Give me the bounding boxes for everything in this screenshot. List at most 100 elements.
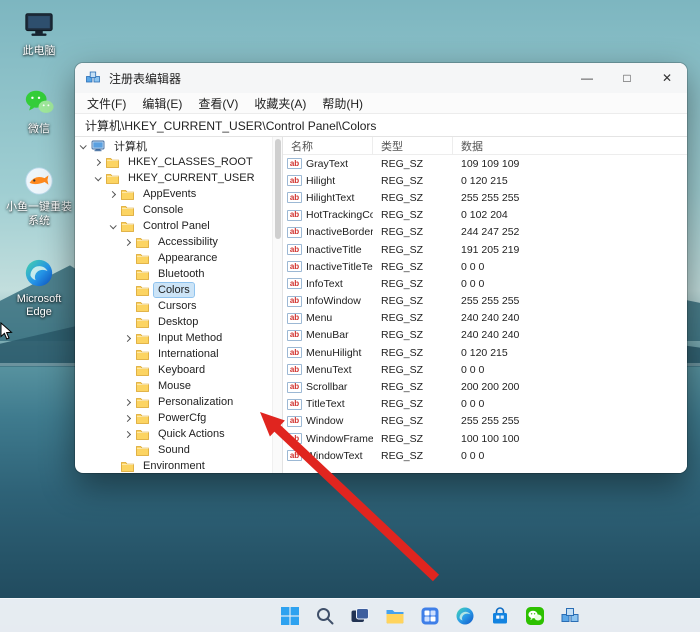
value-row-window[interactable]: ab Window REG_SZ 255 255 255 bbox=[283, 413, 687, 430]
expander-icon[interactable] bbox=[109, 221, 117, 229]
value-row-menubar[interactable]: ab MenuBar REG_SZ 240 240 240 bbox=[283, 327, 687, 344]
expander-icon[interactable] bbox=[123, 334, 132, 342]
tree-item-desktop[interactable]: Desktop bbox=[75, 314, 272, 330]
window-controls: — □ ✕ bbox=[567, 63, 687, 93]
column-header-data[interactable]: 数据 bbox=[453, 137, 687, 154]
wechat-button[interactable] bbox=[522, 603, 548, 629]
value-row-inactivetitle[interactable]: ab InactiveTitle REG_SZ 191 205 219 bbox=[283, 241, 687, 258]
value-type: REG_SZ bbox=[381, 381, 424, 394]
tree-item-hkey_classes_root[interactable]: HKEY_CLASSES_ROOT bbox=[75, 154, 272, 170]
value-row-hilight[interactable]: ab Hilight REG_SZ 0 120 215 bbox=[283, 172, 687, 189]
tree-item-keyboard[interactable]: Keyboard bbox=[75, 362, 272, 378]
value-name: InfoWindow bbox=[306, 295, 361, 308]
column-header-name[interactable]: 名称 bbox=[283, 137, 373, 154]
value-type: REG_SZ bbox=[381, 277, 424, 290]
folder-icon bbox=[136, 413, 149, 424]
tree-scrollbar[interactable] bbox=[272, 137, 282, 473]
expander-icon[interactable] bbox=[123, 398, 132, 406]
tree-item-label: Input Method bbox=[158, 332, 223, 344]
value-type: REG_SZ bbox=[381, 209, 424, 222]
value-row-inactiveborder[interactable]: ab InactiveBorder REG_SZ 244 247 252 bbox=[283, 224, 687, 241]
value-data: 244 247 252 bbox=[461, 226, 520, 239]
edge-button[interactable] bbox=[452, 603, 478, 629]
minimize-button[interactable]: — bbox=[567, 63, 607, 93]
tree-item-powercfg[interactable]: PowerCfg bbox=[75, 410, 272, 426]
tree-item-control-panel[interactable]: Control Panel bbox=[75, 218, 272, 234]
start-button[interactable] bbox=[277, 603, 303, 629]
value-name: MenuBar bbox=[306, 329, 349, 342]
maximize-button[interactable]: □ bbox=[607, 63, 647, 93]
menu-favorites[interactable]: 收藏夹(A) bbox=[246, 95, 314, 112]
tree-item-international[interactable]: International bbox=[75, 346, 272, 362]
tree-item-appearance[interactable]: Appearance bbox=[75, 250, 272, 266]
value-row-hottrackingco-[interactable]: ab HotTrackingCo... REG_SZ 0 102 204 bbox=[283, 207, 687, 224]
value-type: REG_SZ bbox=[381, 415, 424, 428]
value-row-menu[interactable]: ab Menu REG_SZ 240 240 240 bbox=[283, 310, 687, 327]
value-row-menuhilight[interactable]: ab MenuHilight REG_SZ 0 120 215 bbox=[283, 344, 687, 361]
file-explorer-button[interactable] bbox=[382, 603, 408, 629]
value-type: REG_SZ bbox=[381, 346, 424, 359]
reg-sz-icon: ab bbox=[287, 329, 302, 341]
tree-item-quick-actions[interactable]: Quick Actions bbox=[75, 426, 272, 442]
search-button[interactable] bbox=[312, 603, 338, 629]
value-row-infowindow[interactable]: ab InfoWindow REG_SZ 255 255 255 bbox=[283, 293, 687, 310]
expander-icon[interactable] bbox=[93, 158, 102, 166]
desktop-icon-wechat[interactable]: 微信 bbox=[6, 86, 72, 136]
tree-item-label: HKEY_CURRENT_USER bbox=[128, 172, 255, 184]
tree-item-personalization[interactable]: Personalization bbox=[75, 394, 272, 410]
value-name: GrayText bbox=[306, 157, 349, 170]
value-name: MenuText bbox=[306, 363, 352, 376]
value-row-scrollbar[interactable]: ab Scrollbar REG_SZ 200 200 200 bbox=[283, 378, 687, 395]
menu-file[interactable]: 文件(F) bbox=[79, 95, 134, 112]
expander-icon[interactable] bbox=[123, 238, 132, 246]
tree-item-cursors[interactable]: Cursors bbox=[75, 298, 272, 314]
folder-icon bbox=[136, 429, 149, 440]
expander-icon[interactable] bbox=[123, 430, 132, 438]
menu-view[interactable]: 查看(V) bbox=[190, 95, 246, 112]
value-type: REG_SZ bbox=[381, 191, 424, 204]
tree-item-colors[interactable]: Colors bbox=[75, 282, 272, 298]
desktop-icon-edge[interactable]: Microsoft Edge bbox=[6, 256, 72, 319]
tree-item-console[interactable]: Console bbox=[75, 202, 272, 218]
close-button[interactable]: ✕ bbox=[647, 63, 687, 93]
tree-item--[interactable]: 计算机 bbox=[75, 138, 272, 154]
task-view-button[interactable] bbox=[347, 603, 373, 629]
tree-item-sound[interactable]: Sound bbox=[75, 442, 272, 458]
value-row-hilighttext[interactable]: ab HilightText REG_SZ 255 255 255 bbox=[283, 189, 687, 206]
desktop-icon-xiaoyu[interactable]: 小鱼一键重装系统 bbox=[6, 164, 72, 227]
value-row-infotext[interactable]: ab InfoText REG_SZ 0 0 0 bbox=[283, 275, 687, 292]
value-data: 255 255 255 bbox=[461, 191, 520, 204]
tree-item-input-method[interactable]: Input Method bbox=[75, 330, 272, 346]
menu-edit[interactable]: 编辑(E) bbox=[134, 95, 190, 112]
expander-icon[interactable] bbox=[94, 173, 102, 181]
value-row-windowframe[interactable]: ab WindowFrame REG_SZ 100 100 100 bbox=[283, 430, 687, 447]
value-data: 191 205 219 bbox=[461, 243, 520, 256]
title-bar[interactable]: 注册表编辑器 — □ ✕ bbox=[75, 63, 687, 93]
value-name: Hilight bbox=[306, 174, 336, 187]
value-row-graytext[interactable]: ab GrayText REG_SZ 109 109 109 bbox=[283, 155, 687, 172]
regedit-button[interactable] bbox=[557, 603, 583, 629]
expander-icon[interactable] bbox=[79, 141, 87, 149]
value-type: REG_SZ bbox=[381, 243, 424, 256]
address-bar[interactable] bbox=[75, 114, 687, 136]
tree-item-environment[interactable]: Environment bbox=[75, 458, 272, 473]
tree-item-bluetooth[interactable]: Bluetooth bbox=[75, 266, 272, 282]
expander-icon[interactable] bbox=[108, 190, 117, 198]
value-row-windowtext[interactable]: ab WindowText REG_SZ 0 0 0 bbox=[283, 447, 687, 464]
desktop-icon-this-pc[interactable]: 此电脑 bbox=[6, 8, 72, 58]
value-row-titletext[interactable]: ab TitleText REG_SZ 0 0 0 bbox=[283, 396, 687, 413]
value-type: REG_SZ bbox=[381, 363, 424, 376]
widgets-button[interactable] bbox=[417, 603, 443, 629]
value-data: 0 0 0 bbox=[461, 363, 485, 376]
column-header-type[interactable]: 类型 bbox=[373, 137, 453, 154]
store-button[interactable] bbox=[487, 603, 513, 629]
tree-item-hkey_current_user[interactable]: HKEY_CURRENT_USER bbox=[75, 170, 272, 186]
scrollbar-thumb[interactable] bbox=[275, 139, 281, 239]
tree-item-mouse[interactable]: Mouse bbox=[75, 378, 272, 394]
value-row-menutext[interactable]: ab MenuText REG_SZ 0 0 0 bbox=[283, 361, 687, 378]
value-row-inactivetitletext[interactable]: ab InactiveTitleText REG_SZ 0 0 0 bbox=[283, 258, 687, 275]
expander-icon[interactable] bbox=[123, 414, 132, 422]
tree-item-accessibility[interactable]: Accessibility bbox=[75, 234, 272, 250]
menu-help[interactable]: 帮助(H) bbox=[314, 95, 371, 112]
tree-item-appevents[interactable]: AppEvents bbox=[75, 186, 272, 202]
